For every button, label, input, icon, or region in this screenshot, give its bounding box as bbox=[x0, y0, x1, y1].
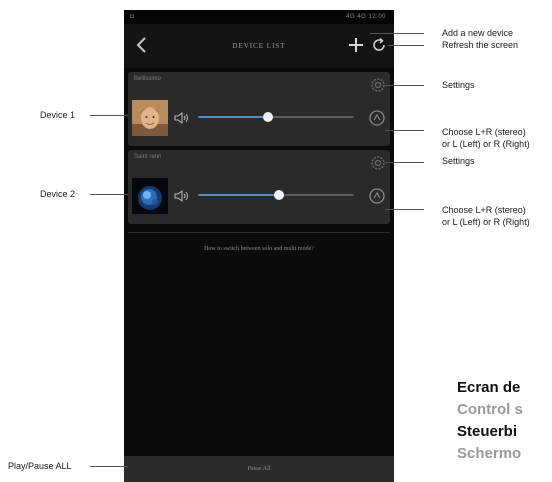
annotation-line-add bbox=[370, 33, 424, 34]
annotation-line-play-pause bbox=[90, 466, 128, 467]
back-button[interactable] bbox=[132, 34, 152, 56]
gear-icon bbox=[371, 78, 385, 92]
volume-slider[interactable] bbox=[198, 190, 354, 200]
phone-screen: ◘ 4G 4G 12:00 DEVICE LIST Bellissimo Sai… bbox=[124, 10, 394, 482]
annotation-line-settings-1 bbox=[385, 85, 424, 86]
device-2-settings-button[interactable] bbox=[370, 155, 386, 171]
refresh-icon bbox=[373, 37, 385, 51]
annotation-line-refresh bbox=[388, 45, 424, 46]
device-thumbnail bbox=[132, 100, 168, 136]
chevron-left-icon bbox=[136, 37, 146, 53]
volume-slider-fill bbox=[198, 116, 269, 118]
multilingual-title-de: Steuerbi bbox=[457, 423, 518, 440]
annotation-channel-1-line2: or L (Left) or R (Right) bbox=[442, 139, 530, 149]
volume-slider-knob[interactable] bbox=[274, 190, 285, 200]
volume-control[interactable] bbox=[174, 111, 190, 125]
volume-slider-fill bbox=[198, 194, 280, 196]
status-indicator: ◘ bbox=[130, 14, 134, 20]
status-bar: ◘ 4G 4G 12:00 bbox=[124, 10, 394, 24]
pause-all-label: Pause All bbox=[247, 466, 271, 472]
annotation-channel-2-line2: or L (Left) or R (Right) bbox=[442, 217, 530, 227]
device-thumbnail bbox=[132, 178, 168, 214]
mode-help-link[interactable]: How to switch between solo and multi mod… bbox=[124, 246, 394, 252]
multilingual-title-it: Schermo bbox=[457, 445, 522, 462]
device-name: Saint renn bbox=[134, 154, 162, 160]
refresh-button[interactable] bbox=[370, 36, 388, 54]
title-bar: DEVICE LIST bbox=[124, 24, 394, 68]
annotation-line-device-2 bbox=[90, 194, 128, 195]
device-1-channel-button[interactable] bbox=[368, 109, 386, 127]
annotation-play-pause-all: Play/Pause ALL bbox=[8, 461, 72, 471]
list-divider bbox=[128, 232, 390, 233]
annotation-refresh: Refresh the screen bbox=[442, 40, 519, 50]
annotation-device-2: Device 2 bbox=[40, 189, 76, 199]
device-2-channel-button[interactable] bbox=[368, 187, 386, 205]
add-device-button[interactable] bbox=[346, 35, 366, 55]
device-name: Bellissimo bbox=[134, 76, 162, 82]
multilingual-title-fr: Ecran de bbox=[457, 379, 521, 396]
device-card-2[interactable]: Saint renn bbox=[128, 150, 390, 224]
volume-control[interactable] bbox=[174, 189, 190, 203]
volume-slider[interactable] bbox=[198, 112, 354, 122]
page-title: DEVICE LIST bbox=[232, 42, 286, 50]
annotation-line-settings-2 bbox=[385, 162, 424, 163]
status-info: 4G 4G 12:00 bbox=[346, 14, 386, 20]
volume-slider-knob[interactable] bbox=[263, 112, 274, 122]
blue-abstract-photo bbox=[132, 178, 168, 214]
annotation-settings-2: Settings bbox=[442, 156, 475, 166]
speaker-icon bbox=[174, 112, 188, 124]
annotation-line-channel-1 bbox=[385, 130, 424, 131]
annotation-settings-1: Settings bbox=[442, 80, 475, 90]
pause-all-button[interactable]: Pause All bbox=[124, 456, 394, 482]
device-card-1[interactable]: Bellissimo bbox=[128, 72, 390, 146]
annotation-channel-1-line1: Choose L+R (stereo) bbox=[442, 127, 526, 137]
device-1-settings-button[interactable] bbox=[370, 77, 386, 93]
page: ◘ 4G 4G 12:00 DEVICE LIST Bellissimo Sai… bbox=[0, 0, 552, 482]
gear-icon bbox=[371, 156, 385, 170]
annotation-line-channel-2 bbox=[385, 209, 424, 210]
multilingual-title-en: Control s bbox=[457, 401, 523, 418]
annotation-channel-2-line1: Choose L+R (stereo) bbox=[442, 205, 526, 215]
channel-select-icon bbox=[369, 188, 385, 204]
speaker-icon bbox=[174, 190, 188, 202]
annotation-line-device-1 bbox=[90, 115, 128, 116]
person-face-photo bbox=[132, 100, 168, 136]
annotation-add-device: Add a new device bbox=[442, 28, 514, 38]
plus-icon bbox=[349, 38, 363, 52]
annotation-device-1: Device 1 bbox=[40, 110, 76, 120]
channel-select-icon bbox=[369, 110, 385, 126]
